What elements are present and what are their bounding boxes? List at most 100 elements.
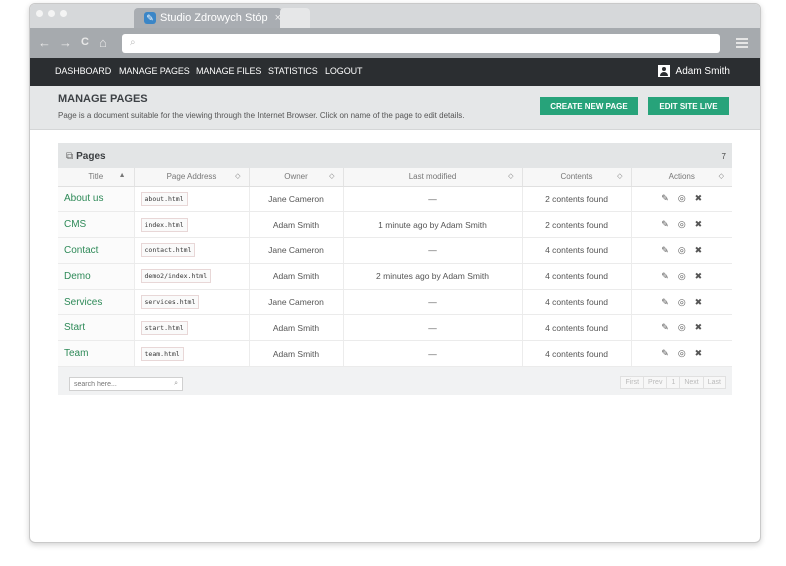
- minimize-window-button[interactable]: [48, 10, 55, 17]
- page-title-link[interactable]: Team: [58, 340, 135, 368]
- edit-icon[interactable]: ✎: [661, 219, 669, 230]
- globe-icon[interactable]: ◎: [678, 193, 686, 204]
- tab-title: Studio Zdrowych Stóp: [160, 12, 268, 24]
- page-header: MANAGE PAGES Page is a document suitable…: [30, 86, 760, 130]
- page-address-cell: start.html: [134, 314, 250, 342]
- browser-tab[interactable]: ✎ Studio Zdrowych Stóp ×: [134, 8, 282, 28]
- menu-icon[interactable]: [736, 38, 748, 48]
- panel-title: Pages: [76, 151, 106, 162]
- contents-cell: 4 contents found: [522, 237, 632, 264]
- col-last-modified[interactable]: Last modified ◇: [343, 168, 523, 187]
- address-bar[interactable]: ⌕: [122, 34, 720, 53]
- pages-count: 7: [721, 152, 726, 161]
- menu-item-dashboard[interactable]: DASHBOARD: [55, 66, 111, 76]
- pager-prev[interactable]: Prev: [643, 376, 668, 389]
- last-modified-cell: 1 minute ago by Adam Smith: [343, 211, 523, 239]
- last-modified-cell: —: [343, 186, 523, 213]
- last-modified-cell: —: [343, 289, 523, 316]
- menu-item-manage-files[interactable]: MANAGE FILES: [196, 66, 261, 76]
- maximize-window-button[interactable]: [60, 10, 67, 17]
- edit-icon[interactable]: ✎: [661, 297, 669, 308]
- user-menu[interactable]: Adam Smith: [657, 65, 730, 77]
- forward-icon[interactable]: →: [59, 36, 72, 49]
- panel-title-wrap: ⧉ Pages: [66, 151, 106, 162]
- page-title-link[interactable]: Contact: [58, 237, 135, 264]
- globe-icon[interactable]: ◎: [678, 297, 686, 308]
- sort-icon: ◇: [617, 173, 623, 180]
- delete-icon[interactable]: ✖: [695, 297, 703, 308]
- page-address-tag: demo2/index.html: [140, 269, 212, 284]
- delete-icon[interactable]: ✖: [695, 348, 703, 359]
- search-icon: ⌕: [174, 380, 178, 387]
- page-title-link[interactable]: Demo: [58, 263, 135, 290]
- col-contents[interactable]: Contents ◇: [522, 168, 632, 187]
- page-address-tag: contact.html: [140, 243, 196, 258]
- row-actions: ✎ ◎ ✖: [632, 245, 733, 256]
- globe-icon[interactable]: ◎: [678, 271, 686, 282]
- actions-cell: ✎ ◎ ✖: [631, 211, 732, 239]
- pages-table: Title ▲ Page Address ◇ Owner ◇ Last modifie…: [58, 168, 733, 368]
- col-actions[interactable]: Actions ◇: [631, 168, 732, 187]
- search-input[interactable]: [70, 378, 182, 390]
- globe-icon[interactable]: ◎: [678, 348, 686, 359]
- menu-item-logout[interactable]: LOGOUT: [325, 66, 363, 76]
- edit-icon[interactable]: ✎: [661, 271, 669, 282]
- feather-icon: ✎: [144, 12, 156, 24]
- page-title-link[interactable]: Start: [58, 314, 135, 342]
- pager-first[interactable]: First: [620, 376, 645, 389]
- page-title-link[interactable]: CMS: [58, 211, 135, 239]
- globe-icon[interactable]: ◎: [678, 219, 686, 230]
- delete-icon[interactable]: ✖: [695, 271, 703, 282]
- owner-cell: Jane Cameron: [249, 289, 344, 316]
- pager-page-1[interactable]: 1: [666, 376, 681, 389]
- edit-icon[interactable]: ✎: [661, 193, 669, 204]
- contents-cell: 4 contents found: [522, 340, 632, 368]
- delete-icon[interactable]: ✖: [695, 322, 703, 333]
- page-title-link[interactable]: About us: [58, 186, 135, 213]
- contents-cell: 4 contents found: [522, 263, 632, 290]
- table-row: Contact contact.html Jane Cameron —4 conten…: [58, 237, 733, 264]
- home-icon[interactable]: ⌂: [99, 36, 107, 49]
- edit-icon[interactable]: ✎: [661, 245, 669, 256]
- edit-icon[interactable]: ✎: [661, 348, 669, 359]
- search-icon: ⌕: [130, 37, 136, 48]
- edit-site-live-button[interactable]: EDIT SITE LIVE: [648, 97, 729, 115]
- delete-icon[interactable]: ✖: [695, 219, 703, 230]
- menu-item-manage-pages[interactable]: MANAGE PAGES: [119, 66, 190, 76]
- col-owner-label: Owner: [284, 172, 308, 182]
- page-address-tag: team.html: [140, 346, 184, 361]
- edit-icon[interactable]: ✎: [661, 322, 669, 333]
- col-owner[interactable]: Owner ◇: [249, 168, 344, 187]
- page-address-cell: index.html: [134, 211, 250, 239]
- page-description: Page is a document suitable for the view…: [58, 111, 465, 120]
- globe-icon[interactable]: ◎: [678, 322, 686, 333]
- contents-cell: 2 contents found: [522, 211, 632, 239]
- col-title[interactable]: Title ▲: [58, 168, 135, 187]
- page-title-link[interactable]: Services: [58, 289, 135, 316]
- page-address-tag: about.html: [140, 191, 188, 206]
- actions-cell: ✎ ◎ ✖: [631, 289, 732, 316]
- create-new-page-button[interactable]: CREATE NEW PAGE: [540, 97, 638, 115]
- new-tab-button[interactable]: [280, 8, 310, 28]
- back-icon[interactable]: ←: [38, 36, 51, 49]
- menu-item-statistics[interactable]: STATISTICS: [268, 66, 318, 76]
- col-title-label: Title: [88, 172, 104, 182]
- sort-icon: ◇: [508, 173, 514, 180]
- actions-cell: ✎ ◎ ✖: [631, 314, 733, 342]
- page-address-cell: demo2/index.html: [134, 263, 250, 290]
- col-page-address[interactable]: Page Address ◇: [134, 168, 250, 187]
- delete-icon[interactable]: ✖: [695, 245, 703, 256]
- reload-icon[interactable]: C: [81, 36, 89, 49]
- actions-cell: ✎ ◎ ✖: [631, 186, 732, 213]
- col-modified-label: Last modified: [408, 172, 457, 182]
- table-row: CMS index.html Adam Smith 1 minute ago by A…: [58, 211, 732, 239]
- close-window-button[interactable]: [36, 10, 43, 17]
- row-actions: ✎ ◎ ✖: [632, 322, 733, 333]
- pages-icon: ⧉: [66, 151, 74, 162]
- delete-icon[interactable]: ✖: [695, 193, 703, 204]
- last-modified-cell: 2 minutes ago by Adam Smith: [343, 263, 523, 290]
- globe-icon[interactable]: ◎: [678, 245, 686, 256]
- owner-cell: Adam Smith: [249, 211, 344, 239]
- pager-last[interactable]: Last: [702, 376, 726, 389]
- pager-next[interactable]: Next: [679, 376, 704, 389]
